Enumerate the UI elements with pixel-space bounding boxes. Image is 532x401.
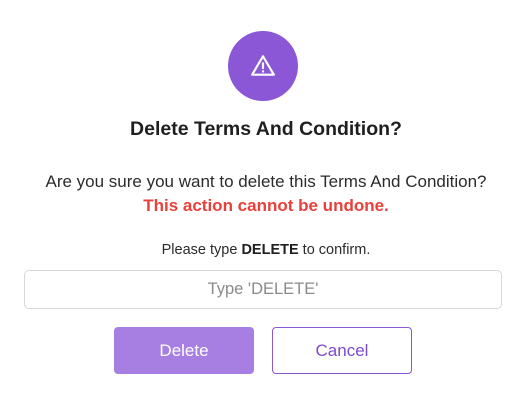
confirm-suffix: to confirm. <box>298 242 371 258</box>
confirm-input-wrapper <box>24 270 502 309</box>
warning-triangle-icon <box>250 53 276 79</box>
confirm-instruction: Please type DELETE to confirm. <box>0 242 532 258</box>
irreversible-warning: This action cannot be undone. <box>143 196 389 215</box>
delete-confirmation-dialog: Delete Terms And Condition? Are you sure… <box>0 0 532 401</box>
confirm-delete-input[interactable] <box>24 270 502 309</box>
confirm-keyword: DELETE <box>241 242 299 258</box>
warning-badge <box>228 31 298 101</box>
cancel-button[interactable]: Cancel <box>272 327 412 374</box>
dialog-message: Are you sure you want to delete this Ter… <box>45 172 487 191</box>
delete-button[interactable]: Delete <box>114 327 254 374</box>
dialog-title: Delete Terms And Condition? <box>130 118 402 140</box>
confirm-prefix: Please type <box>161 242 242 258</box>
